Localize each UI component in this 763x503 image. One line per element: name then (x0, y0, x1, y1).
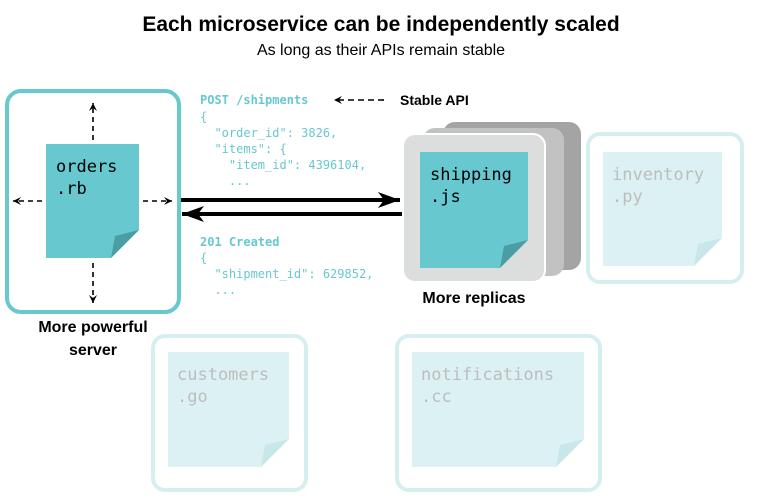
inventory-extension: .py (612, 187, 643, 207)
response-body-line: ... (200, 283, 236, 297)
response-status-line: 201 Created (200, 235, 279, 249)
shipping-extension: .js (430, 187, 461, 207)
microservice-scaling-diagram: Each microservice can be independently s… (5, 13, 744, 492)
notifications-service: notifications .cc (395, 334, 602, 492)
shipping-replicas: shipping .js More replicas (402, 122, 581, 307)
response-payload: 201 Created { "shipment_id": 629852, ... (200, 235, 373, 297)
request-body-line: "item_id": 4396104, (200, 158, 366, 172)
response-body-line: { (200, 251, 207, 265)
diagram-subtitle: As long as their APIs remain stable (257, 42, 505, 59)
shipping-caption: More replicas (422, 290, 525, 307)
customers-filename: customers (177, 365, 269, 385)
customers-extension: .go (177, 387, 208, 407)
request-method-line: POST /shipments (200, 93, 308, 107)
orders-filename: orders (56, 157, 117, 177)
diagram-title: Each microservice can be independently s… (142, 13, 619, 36)
customers-service: customers .go (151, 334, 308, 492)
stable-api-label: Stable API (400, 92, 469, 108)
request-body-line: { (200, 110, 207, 124)
shipping-filename: shipping (430, 165, 512, 185)
request-body-line: "items": { (200, 142, 287, 156)
orders-caption-line1: More powerful (38, 319, 147, 336)
request-body-line: "order_id": 3826, (200, 126, 337, 140)
orders-extension: .rb (56, 179, 87, 199)
inventory-service: inventory .py (586, 132, 744, 284)
request-payload: POST /shipments { "order_id": 3826, "ite… (200, 93, 366, 188)
response-body-line: "shipment_id": 629852, (200, 267, 373, 281)
orders-server: orders .rb More powerful server (5, 89, 181, 359)
notifications-filename: notifications (421, 365, 554, 385)
orders-caption-line2: server (69, 342, 117, 359)
inventory-filename: inventory (612, 165, 704, 185)
request-body-line: ... (200, 174, 251, 188)
notifications-extension: .cc (421, 387, 452, 407)
